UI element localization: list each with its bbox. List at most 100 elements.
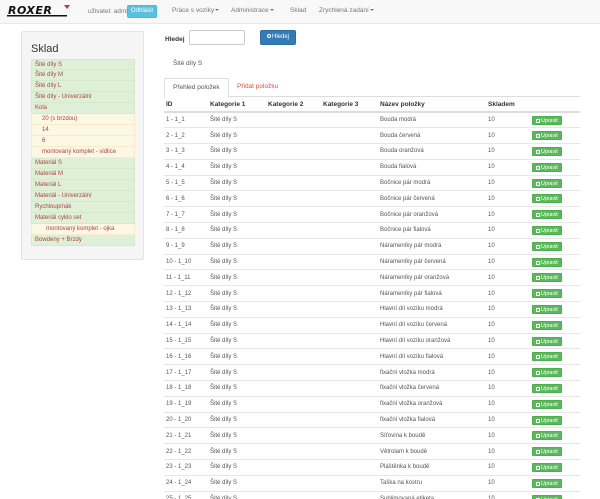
tab-add-item[interactable]: Přidat položku [229, 78, 286, 97]
roxer-logo[interactable]: ROXER [7, 3, 71, 18]
logout-button[interactable]: Odhlásit [127, 5, 158, 18]
edit-item-button[interactable]: Upravit [532, 241, 562, 251]
table-cell: fixační vložka modrá [378, 364, 486, 381]
sidebar-menu-item[interactable]: Materiál S [31, 158, 135, 169]
table-cell-actions: Upravit [530, 395, 580, 413]
edit-item-button[interactable]: Upravit [532, 210, 562, 220]
table-cell: Bočnice pár červená [378, 190, 486, 207]
pencil-icon [536, 134, 540, 139]
sidebar-menu-item[interactable]: 6 [31, 136, 135, 147]
edit-item-button[interactable]: Upravit [532, 447, 562, 457]
edit-item-button[interactable]: Upravit [532, 462, 562, 472]
table-cell: Šité díly S [208, 190, 266, 207]
table-cell: Šité díly S [208, 380, 266, 397]
pencil-icon [536, 355, 540, 360]
edit-item-button[interactable]: Upravit [532, 399, 562, 409]
edit-item-button[interactable]: Upravit [532, 194, 562, 204]
sidebar-menu-item[interactable]: Šité díly - Univerzální [31, 92, 135, 103]
table-cell: 21 - 1_21 [164, 427, 208, 444]
table-cell: 10 [486, 222, 530, 239]
edit-item-button[interactable]: Upravit [532, 273, 562, 283]
sidebar-menu-item[interactable]: Šité díly L [31, 81, 135, 92]
edit-item-button[interactable]: Upravit [532, 320, 562, 330]
nav-quick-entry[interactable]: Zrychlená zadání [319, 7, 374, 14]
edit-item-button[interactable]: Upravit [532, 131, 562, 141]
sidebar-menu-item[interactable]: Bowdeny + Brzdy [31, 235, 135, 246]
table-cell: Bouda oranžová [378, 143, 486, 160]
table-cell: Bouda modrá [378, 111, 486, 128]
search-input[interactable] [189, 30, 245, 45]
table-cell [266, 222, 321, 239]
table-cell: 10 [486, 332, 530, 349]
table-cell [321, 190, 378, 207]
pencil-icon [536, 465, 540, 470]
edit-item-button[interactable]: Upravit [532, 336, 562, 346]
table-cell: Šité díly S [208, 490, 266, 499]
caret-down-icon [269, 9, 274, 12]
sidebar-menu-item[interactable]: Materiál M [31, 169, 135, 180]
edit-item-button[interactable]: Upravit [532, 178, 562, 188]
edit-button-label: Upravit [541, 306, 558, 313]
sidebar-menu-item[interactable]: Materiál cyklo set [31, 213, 135, 224]
table-cell [321, 253, 378, 270]
nav-warehouse[interactable]: Sklad [290, 7, 306, 14]
sidebar-menu-item[interactable]: Rychloupínák [31, 202, 135, 213]
table-cell: Šité díly S [208, 316, 266, 334]
sidebar-menu-item[interactable]: montovaný komplet - ojka [31, 224, 135, 235]
edit-item-button[interactable]: Upravit [532, 494, 562, 499]
table-cell: 10 [486, 158, 530, 176]
edit-item-button[interactable]: Upravit [532, 383, 562, 393]
edit-item-button[interactable]: Upravit [532, 478, 562, 488]
pencil-icon [536, 244, 540, 249]
items-table: ID Kategorie 1 Kategorie 2 Kategorie 3 N… [164, 97, 580, 499]
edit-item-button[interactable]: Upravit [532, 115, 562, 125]
table-cell: 19 - 1_19 [164, 395, 208, 413]
table-cell: fixační vložka fialová [378, 411, 486, 428]
edit-item-button[interactable]: Upravit [532, 225, 562, 235]
edit-item-button[interactable]: Upravit [532, 415, 562, 425]
nav-label: Sklad [290, 7, 307, 14]
sidebar-menu-item[interactable]: Materiál L [31, 180, 135, 191]
edit-item-button[interactable]: Upravit [532, 162, 562, 172]
warehouse-sidebar: Sklad Šité díly S Šité díly M Šité díly LŠ… [21, 31, 144, 260]
table-cell-actions: Upravit [530, 237, 580, 255]
edit-item-button[interactable]: Upravit [532, 304, 562, 314]
table-cell [266, 237, 321, 255]
table-row: 3 - 1_3 Šité díly S Bouda oranžová 10 Upravi… [164, 143, 580, 160]
edit-item-button[interactable]: Upravit [532, 352, 562, 362]
column-header: Kategorie 1 [208, 97, 266, 113]
sidebar-menu-item[interactable]: Materiál - Univerzální [31, 191, 135, 202]
table-cell: 25 - 1_25 [164, 490, 208, 499]
table-cell: 10 [486, 174, 530, 191]
search-button[interactable]: Hledej [260, 30, 296, 45]
nav-work-with-carts[interactable]: Práce s vozíky [172, 7, 220, 14]
sidebar-menu-item[interactable]: 20 (s brzdou) [31, 114, 135, 125]
sidebar-menu-item[interactable]: montovaný komplet - vidlice [31, 147, 135, 158]
table-cell: 10 [486, 190, 530, 207]
table-cell: 10 [486, 490, 530, 499]
edit-item-button[interactable]: Upravit [532, 146, 562, 156]
sidebar-menu-item[interactable]: Šité díly S [31, 59, 135, 70]
table-cell [321, 285, 378, 302]
edit-button-label: Upravit [541, 338, 558, 345]
edit-item-button[interactable]: Upravit [532, 257, 562, 267]
current-user-label: uživatel: admin [88, 8, 132, 15]
caret-down-icon [369, 9, 374, 12]
edit-button-label: Upravit [541, 354, 558, 361]
table-cell: 10 [486, 237, 530, 255]
pencil-icon [536, 481, 540, 486]
tab-items-overview[interactable]: Přehled položek [164, 78, 229, 98]
sidebar-menu-item[interactable]: Šité díly M [31, 70, 135, 81]
edit-item-button[interactable]: Upravit [532, 431, 562, 441]
table-cell: 10 [486, 474, 530, 492]
table-cell: 3 - 1_3 [164, 143, 208, 160]
nav-administration[interactable]: Administrace [231, 7, 274, 14]
pencil-icon [536, 118, 540, 123]
edit-button-label: Upravit [541, 164, 558, 171]
edit-button-label: Upravit [541, 370, 558, 377]
edit-item-button[interactable]: Upravit [532, 368, 562, 378]
sidebar-menu-item[interactable]: Kola [31, 103, 135, 114]
edit-item-button[interactable]: Upravit [532, 289, 562, 299]
table-cell [266, 332, 321, 349]
sidebar-menu-item[interactable]: 14 [31, 125, 135, 136]
